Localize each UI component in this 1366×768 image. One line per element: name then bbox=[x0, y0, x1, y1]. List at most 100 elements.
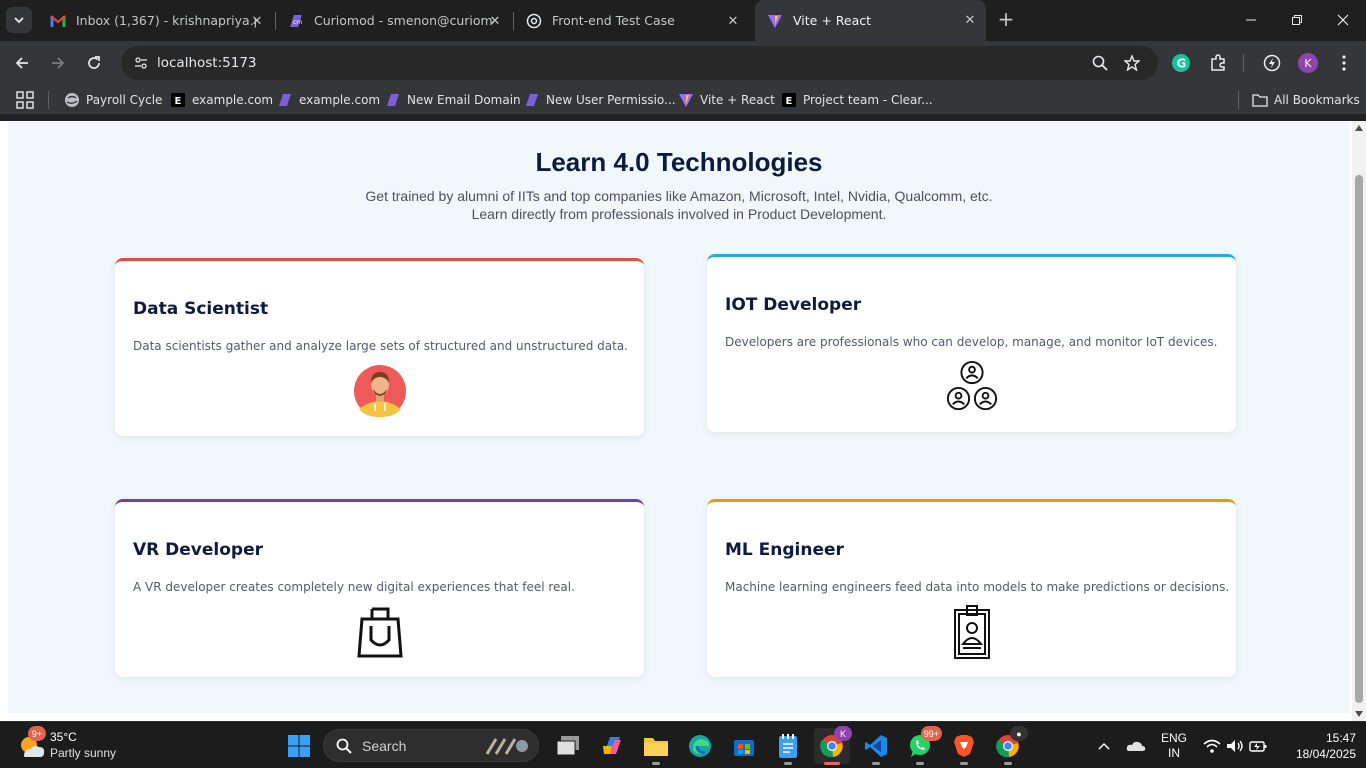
notepad-app[interactable] bbox=[770, 728, 806, 765]
clock[interactable]: 15:47 18/04/2025 bbox=[1276, 722, 1356, 768]
speedometer-icon bbox=[1263, 54, 1281, 72]
menu-button[interactable] bbox=[1332, 51, 1356, 75]
bookmark-vite-react[interactable]: Vite + React bbox=[678, 90, 775, 110]
close-icon[interactable]: ✕ bbox=[487, 13, 503, 29]
onedrive-button[interactable] bbox=[1124, 722, 1148, 768]
profile-badge-icon: ● bbox=[1010, 726, 1028, 741]
minimize-icon bbox=[1246, 19, 1256, 21]
notepad-icon bbox=[779, 734, 797, 758]
course-card-vr-developer[interactable]: VR Developer A VR developer creates comp… bbox=[115, 499, 644, 677]
vite-icon bbox=[767, 13, 783, 29]
zoom-button[interactable] bbox=[1088, 51, 1112, 75]
running-indicator bbox=[960, 762, 968, 765]
search-icon bbox=[336, 738, 352, 754]
file-explorer-app[interactable] bbox=[638, 728, 674, 765]
bookmark-new-email-domain[interactable]: New Email Domain bbox=[385, 90, 521, 110]
scrollbar-thumb[interactable] bbox=[1355, 175, 1363, 703]
restore-button[interactable] bbox=[1274, 0, 1320, 40]
tab-curiomod[interactable]: cm Curiomod - smenon@curiomod ✕ bbox=[276, 5, 511, 36]
close-window-button[interactable] bbox=[1320, 0, 1366, 40]
weather-temperature: 35°C bbox=[50, 730, 77, 744]
clock-time: 15:47 bbox=[1325, 730, 1356, 745]
cloud-icon bbox=[1126, 741, 1146, 751]
volume-icon bbox=[1226, 739, 1243, 752]
running-indicator bbox=[916, 762, 924, 765]
tab-gmail[interactable]: Inbox (1,367) - krishnapriya.p@ ✕ bbox=[38, 5, 273, 36]
search-highlight-icon bbox=[485, 738, 528, 755]
edge-app[interactable] bbox=[682, 728, 718, 764]
forward-button[interactable] bbox=[45, 50, 71, 76]
battery-icon bbox=[1249, 740, 1267, 752]
tab-vite-react[interactable]: Vite + React ✕ bbox=[755, 0, 986, 41]
quick-settings-button[interactable] bbox=[1200, 722, 1270, 768]
brave-app[interactable] bbox=[946, 728, 982, 765]
bookmarks-bar: Payroll Cycle E example.com example.com … bbox=[0, 85, 1366, 115]
start-button[interactable] bbox=[281, 728, 317, 764]
tab-strip: Inbox (1,367) - krishnapriya.p@ ✕ cm Cur… bbox=[0, 0, 1366, 41]
page-scrollbar[interactable] bbox=[1352, 121, 1366, 721]
bookmark-example-com-2[interactable]: example.com bbox=[277, 90, 380, 110]
bookmark-payroll-cycle[interactable]: Payroll Cycle bbox=[64, 90, 162, 110]
curiomod-icon: cm bbox=[288, 13, 304, 29]
bookmark-star-button[interactable] bbox=[1120, 51, 1144, 75]
course-card-data-scientist[interactable]: Data Scientist Data scientists gather an… bbox=[115, 258, 644, 436]
profile-button[interactable]: K bbox=[1296, 51, 1320, 75]
technologies-section: Learn 4.0 Technologies Get trained by al… bbox=[8, 121, 1350, 713]
zoom-icon bbox=[1092, 55, 1108, 71]
whatsapp-badge: 99+ bbox=[920, 726, 942, 741]
extensions-button[interactable] bbox=[1206, 51, 1230, 75]
svg-text:cm: cm bbox=[293, 19, 302, 26]
chrome-app[interactable]: K bbox=[814, 726, 852, 765]
bookmark-label: Payroll Cycle bbox=[86, 93, 163, 107]
tab-search-button[interactable] bbox=[6, 7, 32, 33]
copilot-app[interactable] bbox=[594, 728, 630, 764]
weather-widget[interactable]: 9+ 35°C Partly sunny bbox=[18, 726, 148, 764]
whatsapp-app[interactable]: 99+ bbox=[902, 726, 942, 765]
bookmark-new-user-permission[interactable]: New User Permissio... bbox=[524, 90, 676, 110]
course-card-iot-developer[interactable]: IOT Developer Developers are professiona… bbox=[707, 254, 1236, 432]
bookmarks-divider bbox=[48, 91, 49, 109]
folder-icon bbox=[1252, 92, 1268, 108]
taskbar-search[interactable]: Search bbox=[323, 729, 539, 762]
store-icon bbox=[734, 740, 754, 756]
grammarly-extension[interactable]: G bbox=[1169, 51, 1193, 75]
chrome-profile-2-app[interactable]: ● bbox=[990, 726, 1028, 765]
site-info-icon[interactable] bbox=[130, 52, 152, 74]
task-view-icon bbox=[556, 736, 579, 756]
close-icon[interactable]: ✕ bbox=[249, 13, 265, 29]
wifi-icon bbox=[1203, 739, 1221, 753]
vscode-app[interactable] bbox=[858, 728, 894, 765]
url-text[interactable]: localhost:5173 bbox=[157, 55, 257, 71]
address-bar[interactable]: localhost:5173 bbox=[121, 46, 1158, 80]
clock-date: 18/04/2025 bbox=[1295, 746, 1356, 761]
close-icon[interactable]: ✕ bbox=[962, 12, 978, 28]
chevron-up-icon bbox=[1098, 742, 1110, 750]
bookmark-example-com[interactable]: E example.com bbox=[170, 90, 273, 110]
course-card-ml-engineer[interactable]: ML Engineer Machine learning engineers f… bbox=[707, 499, 1236, 677]
running-indicator bbox=[872, 762, 880, 765]
new-tab-button[interactable]: + bbox=[995, 8, 1017, 30]
language-indicator[interactable]: ENG IN bbox=[1156, 722, 1192, 768]
scroll-down-arrow[interactable] bbox=[1355, 711, 1363, 717]
close-icon[interactable]: ✕ bbox=[725, 13, 741, 29]
all-bookmarks-button[interactable]: All Bookmarks bbox=[1252, 90, 1360, 110]
card-description: A VR developer creates completely new di… bbox=[133, 580, 575, 594]
microsoft-store-app[interactable] bbox=[726, 728, 762, 764]
bookmark-label: example.com bbox=[192, 93, 274, 107]
performance-button[interactable] bbox=[1260, 51, 1284, 75]
reload-button[interactable] bbox=[81, 50, 107, 76]
bookmark-divider bbox=[1238, 91, 1239, 109]
scroll-up-arrow[interactable] bbox=[1355, 125, 1363, 131]
chatgpt-icon bbox=[526, 13, 542, 29]
apps-button[interactable] bbox=[16, 90, 34, 110]
card-title: VR Developer bbox=[133, 540, 264, 560]
e-icon: E bbox=[170, 92, 186, 108]
show-hidden-icons-button[interactable] bbox=[1094, 722, 1114, 768]
card-description: Machine learning engineers feed data int… bbox=[725, 580, 1230, 594]
minimize-button[interactable] bbox=[1228, 0, 1274, 40]
task-view-button[interactable] bbox=[550, 728, 586, 764]
curiomod-icon bbox=[277, 92, 293, 108]
back-button[interactable] bbox=[9, 50, 35, 76]
bookmark-project-team[interactable]: E Project team - Clear... bbox=[781, 90, 933, 110]
tab-front-end-test-case[interactable]: Front-end Test Case ✕ bbox=[514, 5, 749, 36]
